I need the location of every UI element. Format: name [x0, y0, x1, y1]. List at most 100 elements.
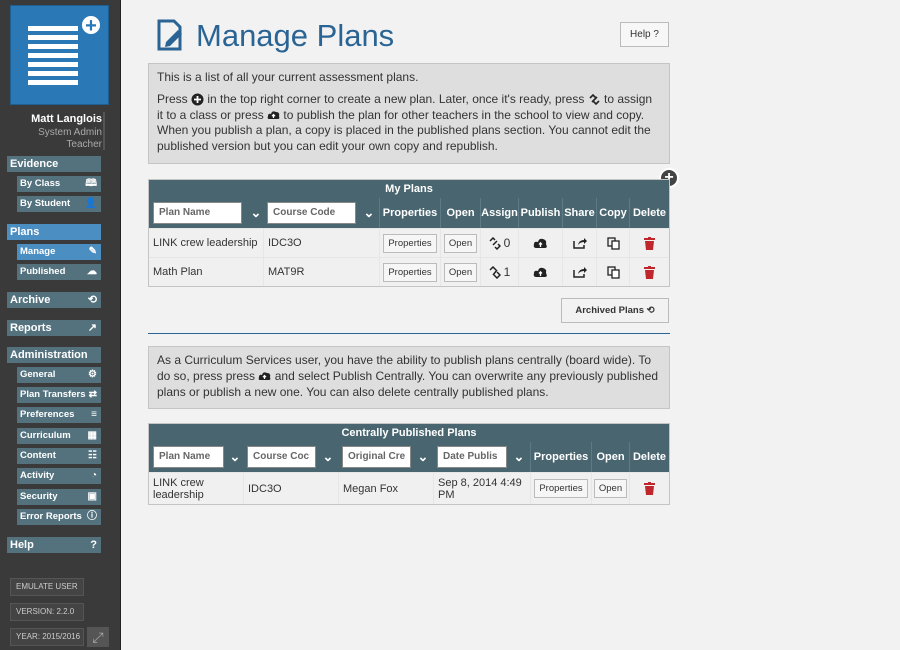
expand-icon[interactable]: ⤢ [87, 627, 109, 647]
share-button[interactable] [562, 229, 596, 257]
course-code-filter[interactable]: Course Code [267, 202, 356, 224]
course-code: IDC3O [263, 229, 379, 257]
copy-button[interactable] [596, 229, 629, 257]
properties-button[interactable]: Properties [534, 479, 588, 498]
trash-icon [644, 482, 655, 495]
publish-button[interactable] [518, 229, 562, 257]
open-button[interactable]: Open [443, 262, 478, 282]
nav-section-help[interactable]: Help? [7, 537, 101, 553]
delete-button[interactable] [629, 473, 669, 504]
table-header: Plan Name ⌄ Course Code ⌄ Properties Ope… [149, 198, 669, 228]
open-button[interactable]: Open [593, 479, 628, 498]
nav-label: General [20, 369, 56, 380]
plan-name: LINK crew leadership [153, 476, 204, 501]
app-logo[interactable]: + [10, 5, 109, 105]
cloud-upload-icon [259, 372, 271, 381]
plan-name-filter[interactable]: Plan Name [153, 446, 224, 468]
nav-section-plans[interactable]: Plans [7, 224, 101, 240]
delete-button[interactable] [629, 258, 669, 286]
nav-label: Reports [10, 322, 52, 334]
properties-button[interactable]: Properties [383, 262, 437, 282]
nav-section-archive[interactable]: Archive ⟲ [7, 292, 101, 308]
trash-icon [644, 236, 655, 250]
transfer-icon: ⇄ [88, 389, 97, 400]
column-publish: Publish [518, 198, 562, 228]
share-icon [572, 238, 587, 249]
nav-item-error-reports[interactable]: Error Reports ⓘ [17, 509, 101, 525]
help-button[interactable]: Help ? [620, 22, 669, 47]
nav-label: Activity [20, 470, 55, 481]
chevron-down-icon[interactable]: ⌄ [227, 448, 243, 466]
person-icon: 👤 [84, 198, 97, 209]
nav-label: Published [20, 266, 66, 277]
column-delete: Delete [629, 198, 669, 228]
trash-icon [644, 265, 655, 279]
column-copy: Copy [596, 198, 629, 228]
nav-item-manage[interactable]: Manage ✎ [17, 244, 101, 260]
archived-plans-button[interactable]: Archived Plans ⟲ [561, 298, 669, 323]
link-icon [489, 265, 501, 279]
chevron-down-icon[interactable]: ⌄ [511, 448, 527, 466]
delete-button[interactable] [629, 229, 669, 257]
user-role: System Admin [38, 127, 102, 138]
gear-icon: ⚙ [88, 369, 97, 380]
date-published: Sep 8, 2014 4:49 PM [433, 473, 530, 504]
assign-button[interactable]: 1 [480, 258, 518, 286]
nav-label: Security [20, 491, 58, 502]
nav-section-reports[interactable]: Reports ↗ [7, 320, 101, 336]
nav-item-by-student[interactable]: By Student 👤 [17, 196, 101, 212]
column-share: Share [562, 198, 596, 228]
nav-item-preferences[interactable]: Preferences ≡ [17, 407, 101, 423]
table-row: LINK crew leadership IDC3O Megan Fox Sep… [149, 472, 669, 504]
cloud-upload-icon [533, 238, 547, 248]
nav-section-administration[interactable]: Administration [7, 347, 101, 363]
table-title: Centrally Published Plans [149, 424, 669, 442]
nav-item-security[interactable]: Security ▣ [17, 489, 101, 505]
chevron-down-icon[interactable]: ⌄ [361, 204, 377, 222]
publish-button[interactable] [518, 258, 562, 286]
add-circle-icon [191, 93, 204, 106]
assign-button[interactable]: 0 [480, 229, 518, 257]
nav-section-evidence[interactable]: Evidence [7, 156, 101, 172]
nav-item-general[interactable]: General ⚙ [17, 367, 101, 383]
page-title: Manage Plans [196, 18, 395, 53]
course-code: MAT9R [263, 258, 379, 286]
nav-item-activity[interactable]: Activity ◔ [17, 468, 101, 484]
chevron-down-icon[interactable]: ⌄ [320, 448, 336, 466]
nav-item-by-class[interactable]: By Class 🕮 [17, 176, 101, 192]
properties-button[interactable]: Properties [383, 233, 437, 253]
table-header: Plan Name ⌄ Course Coc ⌄ Original Cre ⌄ … [149, 442, 669, 472]
user-name: Matt Langlois [31, 113, 102, 125]
assign-count: 0 [503, 236, 511, 250]
nav-label: Preferences [20, 409, 75, 420]
share-button[interactable] [562, 258, 596, 286]
intro-text: Press [157, 91, 188, 106]
plan-name-filter[interactable]: Plan Name [153, 202, 242, 224]
nav-item-curriculum[interactable]: Curriculum ▦ [17, 428, 101, 444]
link-icon [589, 93, 600, 106]
intro-line: This is a list of all your current asses… [157, 70, 419, 84]
chart-icon: ↗ [87, 322, 97, 334]
user-role: Teacher [66, 139, 102, 150]
nav-label: Help [10, 539, 34, 551]
open-button[interactable]: Open [443, 233, 478, 253]
plan-name: LINK crew leadership [153, 237, 258, 249]
intro-panel: This is a list of all your current asses… [148, 63, 670, 164]
column-properties: Properties [530, 442, 591, 472]
copy-button[interactable] [596, 258, 629, 286]
nav-item-plan-transfers[interactable]: Plan Transfers ⇄ [17, 387, 101, 403]
nav-item-content[interactable]: Content ☷ [17, 448, 101, 464]
nav-item-published[interactable]: Published ☁ [17, 264, 101, 280]
emulate-user-button[interactable]: EMULATE USER [10, 578, 84, 596]
column-open: Open [440, 198, 480, 228]
chevron-down-icon[interactable]: ⌄ [415, 448, 431, 466]
nav-label: Error Reports [20, 511, 82, 522]
course-code-filter[interactable]: Course Coc [247, 446, 316, 468]
section-divider [148, 333, 670, 334]
chevron-down-icon[interactable]: ⌄ [248, 204, 264, 222]
date-published-filter[interactable]: Date Publis [437, 446, 507, 468]
original-creator-filter[interactable]: Original Cre [342, 446, 411, 468]
nav-label: Plan Transfers [20, 389, 86, 400]
curriculum-note: As a Curriculum Services user, you have … [148, 346, 670, 409]
column-properties: Properties [379, 198, 440, 228]
